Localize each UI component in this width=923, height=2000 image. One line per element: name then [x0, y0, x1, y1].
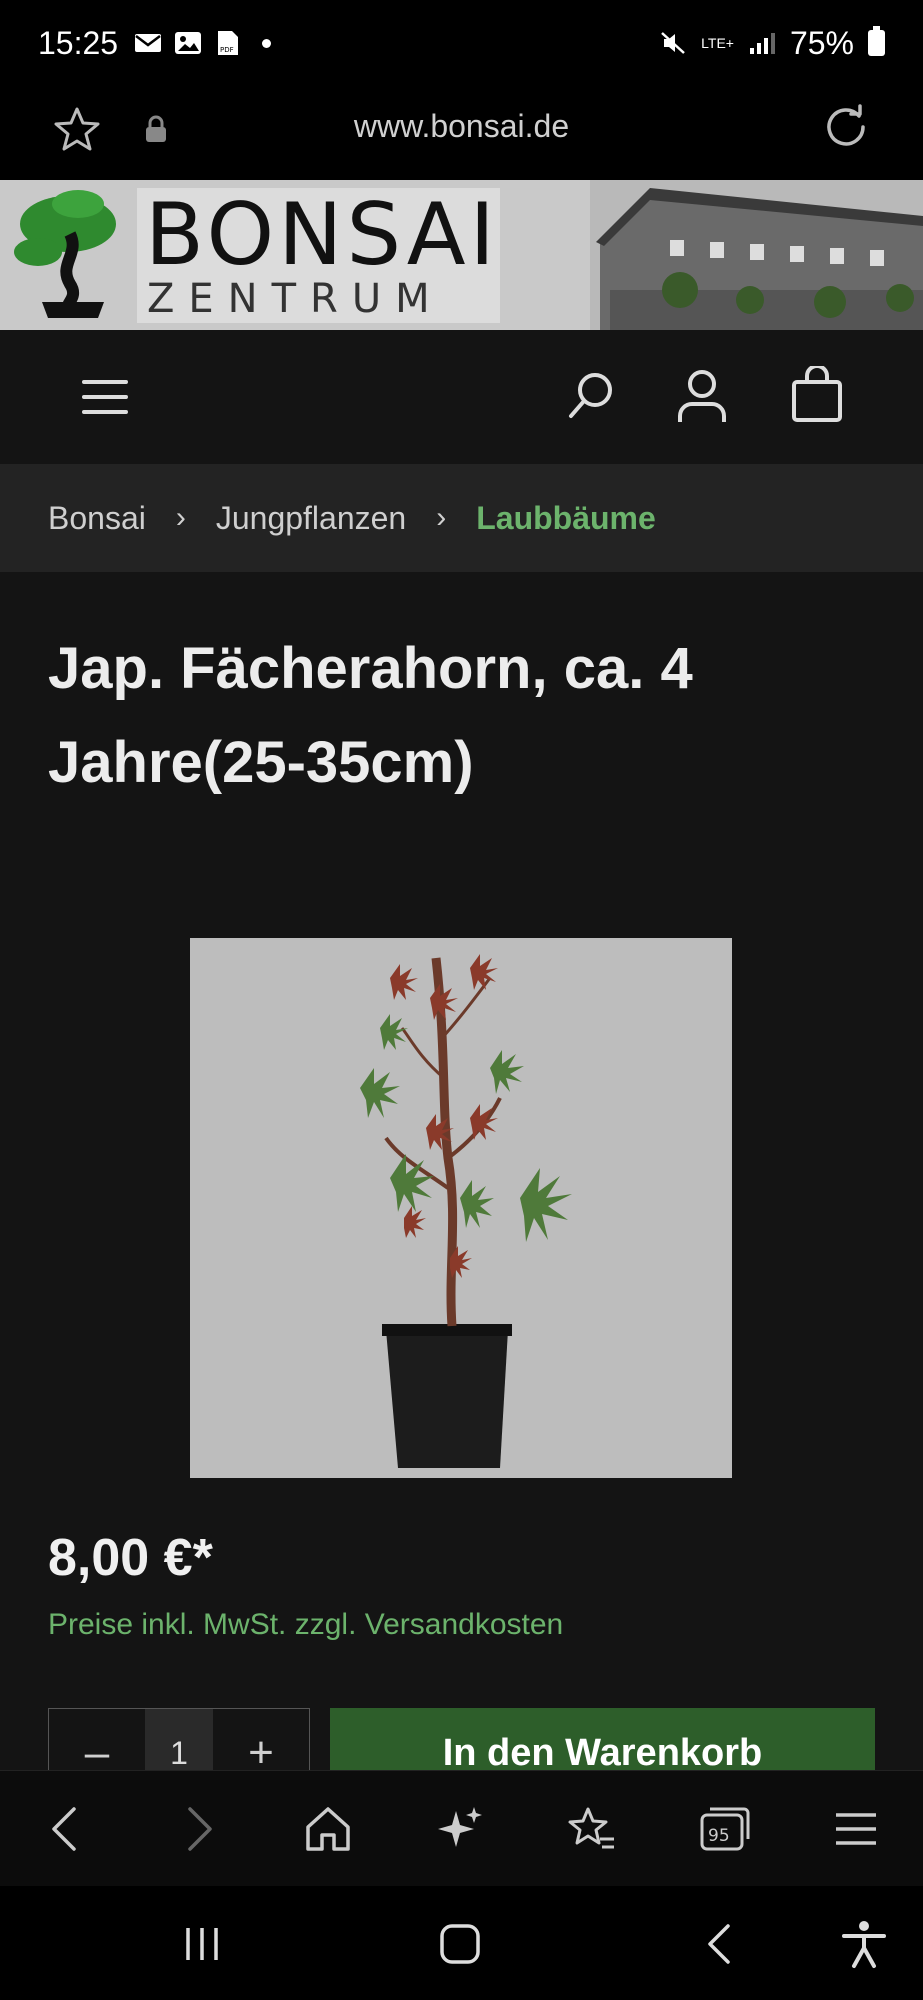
back-icon[interactable] [40, 1803, 92, 1855]
site-nav [0, 330, 923, 464]
mail-icon [135, 34, 162, 52]
account-icon[interactable] [676, 368, 728, 424]
url-text[interactable]: www.bonsai.de [0, 108, 923, 145]
breadcrumb-separator: › [436, 501, 447, 534]
breadcrumb-separator: › [175, 501, 186, 534]
product-detail: Jap. Fächerahorn, ca. 4 Jahre(25-35cm) 8… [0, 572, 923, 1770]
signal-icon [749, 33, 775, 54]
status-time: 15:25 [38, 24, 119, 61]
breadcrumb: Bonsai › Jungpflanzen › Laubbäume [0, 464, 923, 572]
quantity-decrement-button[interactable]: – [49, 1709, 145, 1770]
battery-icon [868, 26, 885, 56]
pdf-icon: PDF [218, 31, 239, 55]
bookmarks-icon[interactable] [566, 1803, 618, 1855]
site-banner[interactable]: BONSAI ZENTRUM [0, 180, 923, 330]
search-icon[interactable] [565, 370, 617, 422]
breadcrumb-item-laubbaeume[interactable]: Laubbäume [476, 500, 656, 537]
quantity-increment-button[interactable]: + [213, 1709, 309, 1770]
add-to-cart-button[interactable]: In den Warenkorb [330, 1708, 875, 1770]
cart-icon[interactable] [790, 366, 844, 424]
reload-icon[interactable] [821, 102, 871, 152]
notification-dot [262, 38, 272, 48]
home-icon[interactable] [302, 1803, 354, 1855]
tabs-icon[interactable]: 95 [698, 1803, 750, 1855]
product-image[interactable] [190, 938, 732, 1478]
mute-icon [661, 32, 685, 54]
quantity-value[interactable]: 1 [145, 1709, 213, 1770]
logo-text-box: BONSAI ZENTRUM [137, 188, 500, 323]
sparkle-icon[interactable] [434, 1803, 486, 1855]
logo-title: BONSAI [145, 185, 499, 285]
product-price: 8,00 €* [48, 1529, 213, 1587]
recent-apps-icon[interactable] [176, 1918, 228, 1970]
breadcrumb-item-bonsai[interactable]: Bonsai [48, 500, 146, 537]
system-nav-bar [0, 1886, 923, 2000]
accessibility-icon[interactable] [838, 1918, 890, 1970]
network-type: LTE+ [701, 35, 734, 51]
browser-menu-icon[interactable] [830, 1803, 882, 1855]
browser-toolbar: 95 [0, 1770, 923, 1886]
home-button-icon[interactable] [434, 1918, 486, 1970]
forward-icon[interactable] [172, 1803, 224, 1855]
quantity-stepper: – 1 + [48, 1708, 310, 1770]
breadcrumb-item-jungpflanzen[interactable]: Jungpflanzen [216, 500, 406, 537]
gallery-icon [175, 32, 202, 54]
product-title: Jap. Fächerahorn, ca. 4 Jahre(25-35cm) [48, 636, 693, 795]
battery-percent: 75% [789, 24, 854, 61]
bonsai-logo-icon [14, 190, 116, 318]
menu-icon[interactable] [80, 372, 130, 422]
store-building-image [590, 180, 923, 330]
system-back-icon[interactable] [694, 1918, 746, 1970]
tax-note-link[interactable]: Preise inkl. MwSt. zzgl. Versandkosten [48, 1608, 563, 1642]
svg-text:PDF: PDF [220, 46, 234, 54]
status-bar: 15:25 PDF LTE+ 75% [0, 0, 923, 86]
browser-url-bar[interactable]: www.bonsai.de [0, 86, 923, 180]
tabs-count: 95 [708, 1826, 730, 1846]
logo-subtitle: ZENTRUM [147, 276, 444, 322]
